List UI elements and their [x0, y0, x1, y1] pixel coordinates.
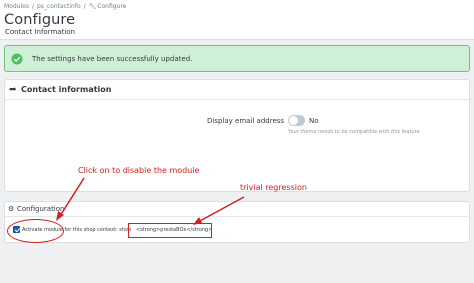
annotation-ellipse [7, 219, 64, 243]
wrench-icon: 🔧︎ [88, 3, 97, 10]
breadcrumb-separator: / [31, 3, 34, 10]
display-email-label: Display email address [207, 117, 285, 125]
breadcrumb-item-configure: Configure [97, 3, 127, 10]
contact-information-panel: ➦ Contact information Display email addr… [4, 79, 470, 192]
breadcrumb-separator: / [83, 3, 86, 10]
toggle-knob [289, 116, 298, 125]
breadcrumb-item-module[interactable]: ps_contactinfo [37, 3, 81, 10]
breadcrumb: Modules / ps_contactinfo / 🔧︎Configure [4, 3, 126, 10]
page-background [0, 250, 474, 283]
success-alert: The settings have been successfully upda… [4, 45, 470, 72]
toggle-state-label: No [309, 117, 319, 125]
panel-title: Contact information [21, 85, 112, 94]
annotation-rectangle [128, 223, 212, 238]
panel-heading: ⚙ Configuration [5, 202, 469, 217]
cogs-icon: ⚙ [8, 205, 15, 213]
page-title: Configure [4, 12, 76, 28]
breadcrumb-item-modules[interactable]: Modules [4, 3, 29, 10]
help-text: Your theme needs to be compatible with t… [288, 129, 420, 135]
display-email-toggle[interactable] [288, 115, 305, 126]
page-header: Modules / ps_contactinfo / 🔧︎Configure Confi… [0, 0, 474, 40]
share-icon: ➦ [9, 85, 17, 95]
annotation-regression: trivial regression [240, 183, 307, 192]
panel-heading: ➦ Contact information [5, 80, 469, 100]
page-subtitle: Contact Information [5, 28, 75, 36]
check-circle-icon [11, 53, 23, 65]
configuration-panel: ⚙ Configuration Activate module for this… [4, 201, 470, 243]
annotation-disable-module: Click on to disable the module [78, 166, 200, 175]
panel-title: Configuration [17, 205, 65, 213]
alert-message: The settings have been successfully upda… [32, 55, 193, 63]
